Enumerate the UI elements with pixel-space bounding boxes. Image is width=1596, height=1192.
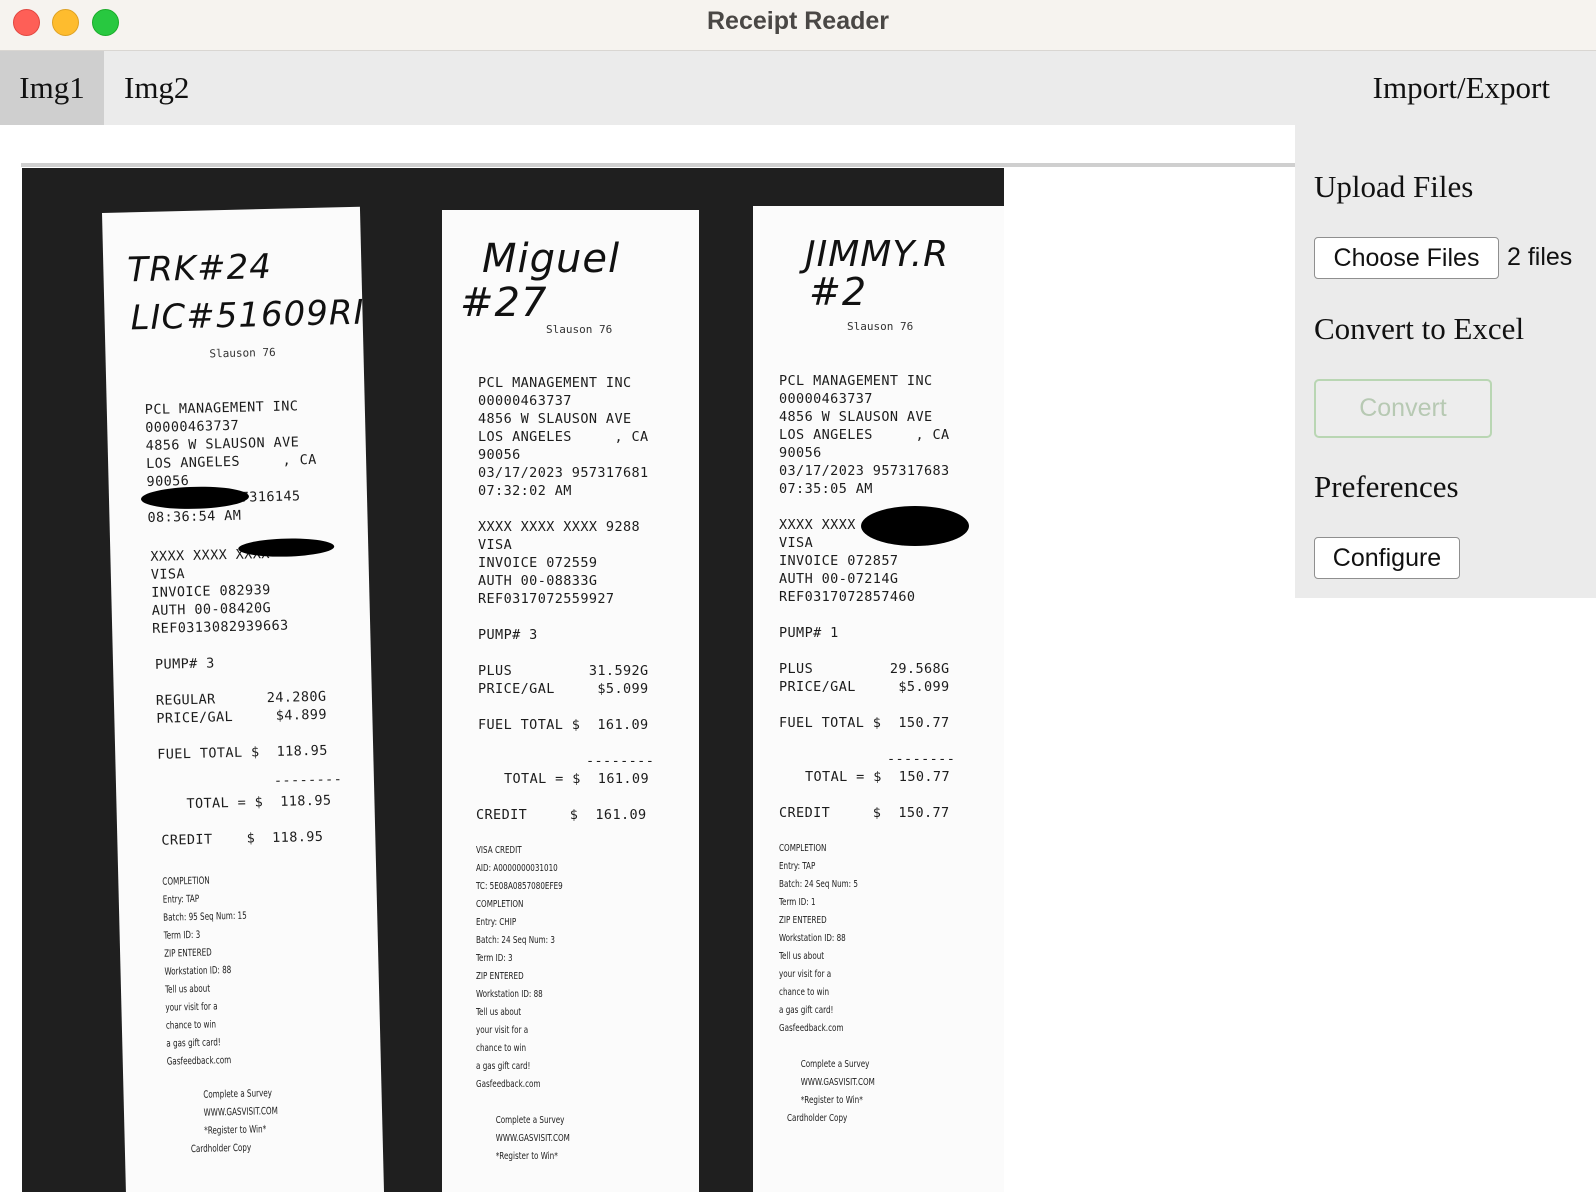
- card-info: XXXX XXXX XXXX 9288 VISA INVOICE 072559 …: [478, 519, 641, 607]
- configure-button[interactable]: Configure: [1314, 537, 1460, 579]
- pump-number: PUMP# 1: [779, 625, 839, 641]
- image-viewer[interactable]: TRK#24 LIC#51609RI Slauson 76 PCL MANAGE…: [0, 125, 1295, 1192]
- receipt-footer: Complete a Survey WWW.GASVISIT.COM *Regi…: [189, 1088, 279, 1156]
- receipt-footer: Complete a Survey WWW.GASVISIT.COM *Regi…: [495, 1115, 570, 1162]
- station-brand: Slauson 76: [209, 345, 276, 361]
- receipt-2: Miguel #27 Slauson 76 PCL MANAGEMENT INC…: [442, 210, 699, 1192]
- upload-files-heading: Upload Files: [1314, 169, 1474, 204]
- tab-bar: Img1 Img2 Import/Export: [0, 51, 1596, 125]
- handwriting-line-2: #2: [809, 270, 868, 314]
- preferences-heading: Preferences: [1314, 469, 1459, 504]
- handwriting-line-1: Miguel: [482, 236, 621, 282]
- handwriting-line-2: LIC#51609RI: [130, 292, 366, 339]
- total-line: TOTAL = $ 161.09: [504, 771, 649, 787]
- transaction-details: COMPLETION Entry: TAP Batch: 95 Seq Num:…: [162, 875, 247, 1068]
- fuel-total: FUEL TOTAL $ 161.09: [478, 717, 649, 733]
- fuel-line: PLUS 29.568G PRICE/GAL $5.099: [779, 661, 950, 695]
- choose-files-button[interactable]: Choose Files: [1314, 237, 1499, 279]
- tab-img2[interactable]: Img2: [124, 51, 189, 125]
- credit-line: CREDIT $ 118.95: [161, 828, 324, 849]
- total-separator: --------: [887, 751, 956, 767]
- merchant-header: PCL MANAGEMENT INC 00000463737 4856 W SL…: [478, 375, 649, 499]
- pump-number: PUMP# 3: [154, 655, 215, 673]
- viewer-divider: [21, 163, 1295, 167]
- total-separator: --------: [273, 771, 343, 789]
- merchant-header: PCL MANAGEMENT INC 00000463737 4856 W SL…: [779, 373, 950, 497]
- import-export-panel: Upload Files Choose Files 2 files Conver…: [1295, 125, 1596, 598]
- handwriting-line-1: TRK#24: [126, 246, 273, 291]
- total-line: TOTAL = $ 118.95: [186, 792, 332, 813]
- merchant-header: PCL MANAGEMENT INC 00000463737 4856 W SL…: [144, 398, 317, 490]
- tab-img1[interactable]: Img1: [0, 51, 104, 125]
- redaction-mark: [861, 506, 969, 546]
- transaction-details: COMPLETION Entry: TAP Batch: 24 Seq Num:…: [779, 843, 858, 1034]
- credit-line: CREDIT $ 150.77: [779, 805, 950, 821]
- station-brand: Slauson 76: [847, 320, 914, 333]
- fuel-total: FUEL TOTAL $ 150.77: [779, 715, 950, 731]
- redaction-mark: [238, 537, 335, 558]
- card-info: XXXX XXXX XXXX VISA INVOICE 082939 AUTH …: [150, 546, 289, 637]
- convert-button[interactable]: Convert: [1314, 379, 1492, 438]
- transaction-details: VISA CREDIT AID: A0000000031010 TC: 5E08…: [476, 845, 563, 1090]
- receipt-3: JIMMY.R #2 Slauson 76 PCL MANAGEMENT INC…: [753, 206, 1004, 1192]
- total-line: TOTAL = $ 150.77: [805, 769, 950, 785]
- window-title: Receipt Reader: [706, 7, 890, 35]
- fuel-line: REGULAR 24.280G PRICE/GAL $4.899: [155, 688, 328, 727]
- receipt-footer: Complete a Survey WWW.GASVISIT.COM *Regi…: [787, 1059, 875, 1124]
- station-brand: Slauson 76: [546, 323, 613, 336]
- handwriting-line-1: JIMMY.R: [805, 234, 950, 275]
- convert-to-excel-heading: Convert to Excel: [1314, 311, 1525, 346]
- fuel-line: PLUS 31.592G PRICE/GAL $5.099: [478, 663, 649, 697]
- files-selected-status: 2 files: [1507, 243, 1573, 271]
- pump-number: PUMP# 3: [478, 627, 538, 643]
- handwriting-line-2: #27: [460, 280, 548, 326]
- receipt-1: TRK#24 LIC#51609RI Slauson 76 PCL MANAGE…: [102, 206, 386, 1192]
- fuel-total: FUEL TOTAL $ 118.95: [157, 742, 328, 763]
- receipt-photo: TRK#24 LIC#51609RI Slauson 76 PCL MANAGE…: [22, 168, 1004, 1192]
- title-bar: Receipt Reader: [0, 0, 1596, 51]
- credit-line: CREDIT $ 161.09: [476, 807, 647, 823]
- tab-import-export[interactable]: Import/Export: [1373, 51, 1550, 125]
- total-separator: --------: [586, 753, 655, 769]
